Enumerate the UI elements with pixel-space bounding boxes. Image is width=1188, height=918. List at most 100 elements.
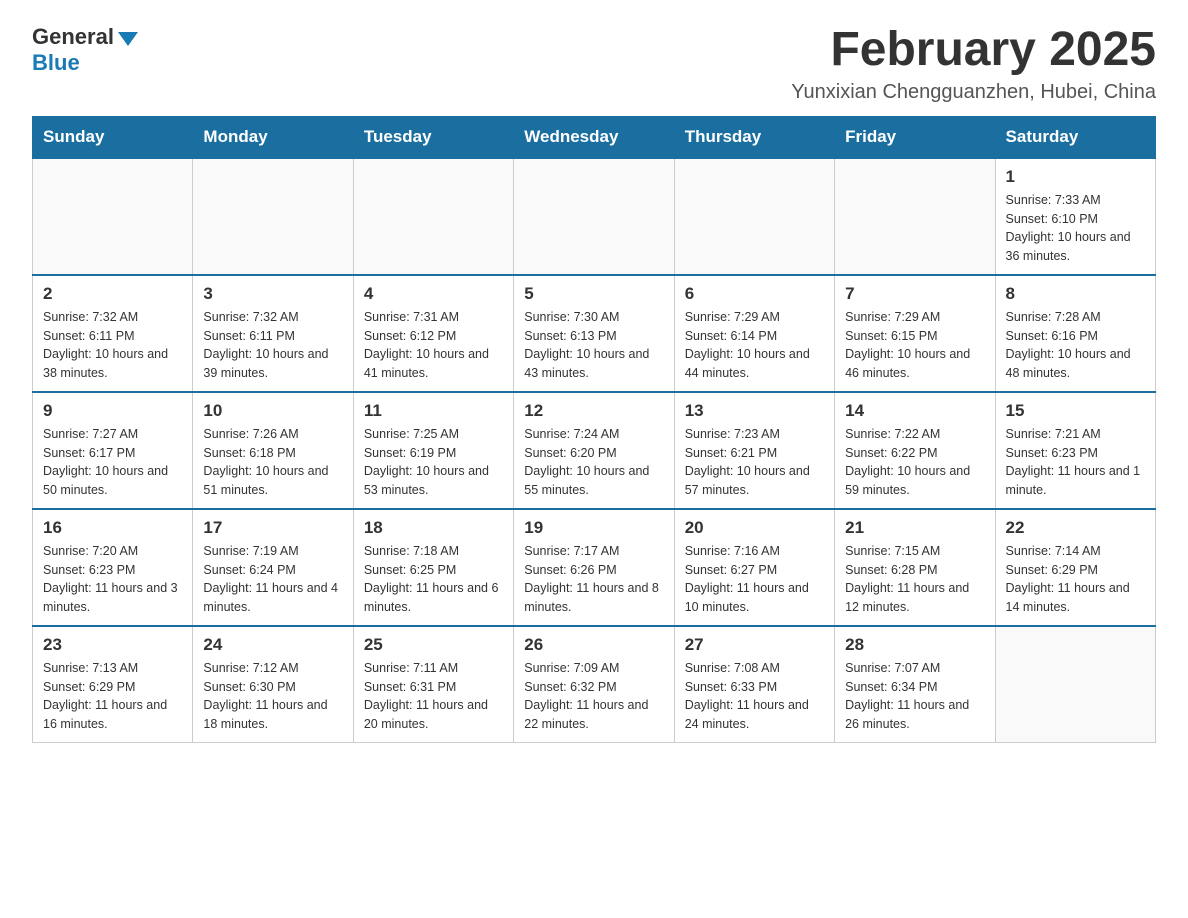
day-info: Sunrise: 7:08 AM Sunset: 6:33 PM Dayligh… (685, 659, 824, 734)
day-info: Sunrise: 7:31 AM Sunset: 6:12 PM Dayligh… (364, 308, 503, 383)
day-info: Sunrise: 7:30 AM Sunset: 6:13 PM Dayligh… (524, 308, 663, 383)
day-cell: 5 Sunrise: 7:30 AM Sunset: 6:13 PM Daylig… (514, 275, 674, 392)
day-info: Sunrise: 7:32 AM Sunset: 6:11 PM Dayligh… (203, 308, 342, 383)
day-cell: 22 Sunrise: 7:14 AM Sunset: 6:29 PM Dayli… (995, 509, 1155, 626)
day-cell: 24 Sunrise: 7:12 AM Sunset: 6:30 PM Dayli… (193, 626, 353, 743)
title-block: February 2025 Yunxixian Chengguanzhen, H… (791, 24, 1156, 104)
week-row-2: 2Sunrise: 7:32 AM Sunset: 6:11 PM Daylig… (33, 275, 1156, 392)
day-cell: 25 Sunrise: 7:11 AM Sunset: 6:31 PM Dayli… (353, 626, 513, 743)
day-number: 10 (203, 401, 342, 421)
day-number: 9 (43, 401, 182, 421)
day-cell: 10 Sunrise: 7:26 AM Sunset: 6:18 PM Dayli… (193, 392, 353, 509)
day-info: Sunrise: 7:23 AM Sunset: 6:21 PM Dayligh… (685, 425, 824, 500)
day-number: 23 (43, 635, 182, 655)
day-cell: 6 Sunrise: 7:29 AM Sunset: 6:14 PM Daylig… (674, 275, 834, 392)
day-cell: 23Sunrise: 7:13 AM Sunset: 6:29 PM Dayli… (33, 626, 193, 743)
header-monday: Monday (193, 116, 353, 158)
location-text: Yunxixian Chengguanzhen, Hubei, China (791, 81, 1156, 104)
day-info: Sunrise: 7:19 AM Sunset: 6:24 PM Dayligh… (203, 542, 342, 617)
day-number: 26 (524, 635, 663, 655)
month-title: February 2025 (791, 24, 1156, 77)
day-cell: 18 Sunrise: 7:18 AM Sunset: 6:25 PM Dayli… (353, 509, 513, 626)
day-info: Sunrise: 7:07 AM Sunset: 6:34 PM Dayligh… (845, 659, 984, 734)
day-info: Sunrise: 7:29 AM Sunset: 6:14 PM Dayligh… (685, 308, 824, 383)
day-cell (193, 158, 353, 275)
calendar-table: Sunday Monday Tuesday Wednesday Thursday… (32, 116, 1156, 743)
day-cell: 8 Sunrise: 7:28 AM Sunset: 6:16 PM Daylig… (995, 275, 1155, 392)
day-info: Sunrise: 7:21 AM Sunset: 6:23 PM Dayligh… (1006, 425, 1145, 500)
day-number: 1 (1006, 167, 1145, 187)
day-cell: 14 Sunrise: 7:22 AM Sunset: 6:22 PM Dayli… (835, 392, 995, 509)
day-info: Sunrise: 7:28 AM Sunset: 6:16 PM Dayligh… (1006, 308, 1145, 383)
day-number: 14 (845, 401, 984, 421)
logo-arrow-icon (118, 32, 138, 46)
day-info: Sunrise: 7:22 AM Sunset: 6:22 PM Dayligh… (845, 425, 984, 500)
header-friday: Friday (835, 116, 995, 158)
page-header: General Blue February 2025 Yunxixian Che… (32, 24, 1156, 104)
day-number: 3 (203, 284, 342, 304)
day-cell: 27Sunrise: 7:08 AM Sunset: 6:33 PM Dayli… (674, 626, 834, 743)
day-number: 12 (524, 401, 663, 421)
day-info: Sunrise: 7:24 AM Sunset: 6:20 PM Dayligh… (524, 425, 663, 500)
day-cell: 15 Sunrise: 7:21 AM Sunset: 6:23 PM Dayli… (995, 392, 1155, 509)
day-number: 24 (203, 635, 342, 655)
day-number: 16 (43, 518, 182, 538)
day-cell (835, 158, 995, 275)
day-number: 13 (685, 401, 824, 421)
day-info: Sunrise: 7:09 AM Sunset: 6:32 PM Dayligh… (524, 659, 663, 734)
day-number: 15 (1006, 401, 1145, 421)
header-row: Sunday Monday Tuesday Wednesday Thursday… (33, 116, 1156, 158)
day-info: Sunrise: 7:17 AM Sunset: 6:26 PM Dayligh… (524, 542, 663, 617)
day-info: Sunrise: 7:14 AM Sunset: 6:29 PM Dayligh… (1006, 542, 1145, 617)
day-number: 20 (685, 518, 824, 538)
day-info: Sunrise: 7:29 AM Sunset: 6:15 PM Dayligh… (845, 308, 984, 383)
day-cell: 11 Sunrise: 7:25 AM Sunset: 6:19 PM Dayli… (353, 392, 513, 509)
day-cell: 28Sunrise: 7:07 AM Sunset: 6:34 PM Dayli… (835, 626, 995, 743)
day-info: Sunrise: 7:11 AM Sunset: 6:31 PM Dayligh… (364, 659, 503, 734)
header-saturday: Saturday (995, 116, 1155, 158)
day-number: 11 (364, 401, 503, 421)
day-cell: 26 Sunrise: 7:09 AM Sunset: 6:32 PM Dayli… (514, 626, 674, 743)
day-cell (353, 158, 513, 275)
day-cell: 16Sunrise: 7:20 AM Sunset: 6:23 PM Dayli… (33, 509, 193, 626)
week-row-4: 16Sunrise: 7:20 AM Sunset: 6:23 PM Dayli… (33, 509, 1156, 626)
day-number: 25 (364, 635, 503, 655)
day-info: Sunrise: 7:26 AM Sunset: 6:18 PM Dayligh… (203, 425, 342, 500)
day-cell: 12 Sunrise: 7:24 AM Sunset: 6:20 PM Dayli… (514, 392, 674, 509)
logo-blue-text: Blue (32, 50, 80, 76)
day-cell: 9 Sunrise: 7:27 AM Sunset: 6:17 PM Daylig… (33, 392, 193, 509)
day-cell: 17 Sunrise: 7:19 AM Sunset: 6:24 PM Dayli… (193, 509, 353, 626)
logo-top: General (32, 24, 138, 50)
logo: General Blue (32, 24, 138, 76)
day-number: 18 (364, 518, 503, 538)
day-info: Sunrise: 7:18 AM Sunset: 6:25 PM Dayligh… (364, 542, 503, 617)
header-sunday: Sunday (33, 116, 193, 158)
week-row-1: 1Sunrise: 7:33 AM Sunset: 6:10 PM Daylig… (33, 158, 1156, 275)
day-cell: 19Sunrise: 7:17 AM Sunset: 6:26 PM Dayli… (514, 509, 674, 626)
day-number: 4 (364, 284, 503, 304)
day-cell: 21 Sunrise: 7:15 AM Sunset: 6:28 PM Dayli… (835, 509, 995, 626)
header-tuesday: Tuesday (353, 116, 513, 158)
day-cell (33, 158, 193, 275)
day-cell (514, 158, 674, 275)
logo-general-text: General (32, 24, 114, 50)
day-number: 22 (1006, 518, 1145, 538)
calendar-header: Sunday Monday Tuesday Wednesday Thursday… (33, 116, 1156, 158)
day-number: 17 (203, 518, 342, 538)
day-info: Sunrise: 7:15 AM Sunset: 6:28 PM Dayligh… (845, 542, 984, 617)
day-cell: 4 Sunrise: 7:31 AM Sunset: 6:12 PM Daylig… (353, 275, 513, 392)
day-cell: 13 Sunrise: 7:23 AM Sunset: 6:21 PM Dayli… (674, 392, 834, 509)
day-cell: 20Sunrise: 7:16 AM Sunset: 6:27 PM Dayli… (674, 509, 834, 626)
day-info: Sunrise: 7:25 AM Sunset: 6:19 PM Dayligh… (364, 425, 503, 500)
day-cell (995, 626, 1155, 743)
day-cell: 3 Sunrise: 7:32 AM Sunset: 6:11 PM Daylig… (193, 275, 353, 392)
day-info: Sunrise: 7:32 AM Sunset: 6:11 PM Dayligh… (43, 308, 182, 383)
day-info: Sunrise: 7:12 AM Sunset: 6:30 PM Dayligh… (203, 659, 342, 734)
day-info: Sunrise: 7:27 AM Sunset: 6:17 PM Dayligh… (43, 425, 182, 500)
day-number: 21 (845, 518, 984, 538)
day-cell (674, 158, 834, 275)
day-number: 8 (1006, 284, 1145, 304)
day-number: 6 (685, 284, 824, 304)
day-cell: 2Sunrise: 7:32 AM Sunset: 6:11 PM Daylig… (33, 275, 193, 392)
day-number: 5 (524, 284, 663, 304)
